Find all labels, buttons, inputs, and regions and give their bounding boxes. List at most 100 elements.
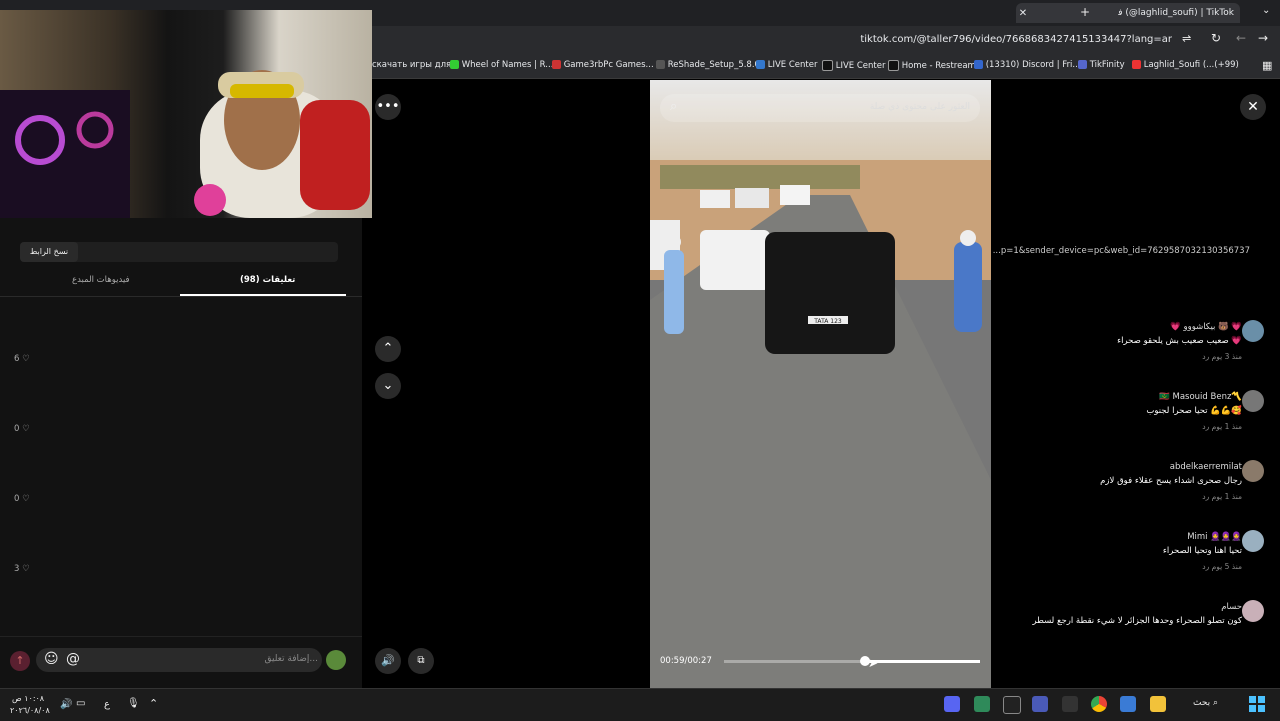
avatar[interactable] [1242,600,1264,622]
network-icon[interactable]: ▭ [76,698,85,709]
emoji-icon[interactable]: ☺ [44,651,59,667]
bookmark-label: (13310) Discord | Fri... [985,60,1081,70]
avatar[interactable] [1242,320,1264,342]
close-tab-icon[interactable]: ✕ [1016,8,1030,19]
search-icon[interactable]: ⌕ [670,99,677,114]
bookmark-icon [552,60,561,69]
search-label: بحث [1193,698,1211,708]
bookmark-1[interactable]: Wheel of Names | R... [446,60,553,70]
back-icon[interactable]: ← [1236,31,1246,45]
chrome-icon[interactable] [1091,696,1107,712]
comment-text: صعيب صعيب بش يلحقو صحراء 💗 [1117,336,1242,346]
search-placeholder: العثور على محتوى ذي صلة [869,102,970,112]
more-options-icon[interactable]: ••• [375,94,401,120]
search-icon: ⌕ [1213,698,1219,708]
comment-meta[interactable]: منذ 1 يوم رد [1202,422,1242,431]
comment-author[interactable]: Mimi 🧕🧕🧕 [1187,532,1242,542]
video-player[interactable]: TATA 123 [650,80,991,688]
bookmark-label: Laghlid_Soufi (...(+99) [1143,60,1239,70]
comment-author[interactable]: abdelkaerremilat [1170,462,1242,472]
comment-placeholder: إضافة تعليق... [264,654,318,664]
app-icon[interactable] [974,696,990,712]
bookmark-3[interactable]: ReShade_Setup_5.8.0 [652,60,760,70]
tab-creator-videos[interactable]: فيديوهات المبدع [72,275,130,285]
app-icon[interactable] [1032,696,1048,712]
comment-meta[interactable]: منذ 5 يوم رد [1202,562,1242,571]
bookmark-label: LIVE Center [835,61,886,71]
bookmark-label: ReShade_Setup_5.8.0 [667,60,760,70]
app-icon[interactable] [1062,696,1078,712]
taskbar-date[interactable]: ٢٠٢٦/٠٨/٠٨ [10,706,50,715]
taskbar [0,688,1280,721]
bookmark-label: Wheel of Names | R... [461,60,554,70]
comments-panel [0,218,362,688]
comment-text: تحيا صحرا لجنوب 💪💪🥰 [1146,406,1242,416]
input-language[interactable]: ع [104,699,110,710]
bookmark-icon [450,60,459,69]
new-tab-icon[interactable]: + [1080,5,1090,19]
bookmark-4[interactable]: LIVE Center [752,60,817,70]
volume-icon[interactable]: 🔊 [375,648,401,674]
video-frame: TATA 123 [650,80,991,688]
windows-start-icon[interactable] [1249,696,1265,712]
url-text[interactable]: tiktok.com/@taller796/video/766868342741… [860,34,1172,45]
avatar[interactable] [1242,530,1264,552]
mention-icon[interactable]: @ [66,651,80,667]
tikfinity-icon [1132,60,1141,69]
settings-icon[interactable]: ⇌ [1182,32,1191,45]
tab-comments[interactable]: تعليقات (98) [240,275,295,285]
comment-meta[interactable]: منذ 3 يوم رد [1202,352,1242,361]
like-count[interactable]: 6 ♡ [14,354,30,364]
like-count[interactable]: 3 ♡ [14,564,30,574]
chevron-down-icon[interactable]: ⌄ [1262,5,1270,16]
microphone-icon[interactable]: 🎙 [127,698,140,709]
bookmark-icon [656,60,665,69]
restream-icon [974,60,983,69]
comment-author[interactable]: حسام [1221,602,1242,612]
chevron-up-icon[interactable]: ⌃ [375,336,401,362]
cursor-icon: ➤ [868,656,879,670]
bookmark-8[interactable]: TikFinity [1074,60,1125,70]
folder-icon[interactable] [1150,696,1166,712]
tab-title: ﻓ (@laghlid_soufi) | TikTok [1118,8,1234,18]
chevron-up-icon[interactable]: ⌃ [149,697,158,710]
bookmark-icon [756,60,765,69]
comment-text: رجال صحرى اشداء يسح عقلاء فوق لازم [1100,476,1242,486]
bookmark-5[interactable]: LIVE Center [818,60,885,71]
reload-icon[interactable]: ↻ [1211,31,1221,45]
pip-icon[interactable]: ⧉ [408,648,434,674]
avatar[interactable] [1242,460,1264,482]
discord-icon[interactable] [944,696,960,712]
avatar[interactable] [1242,390,1264,412]
taskbar-time[interactable]: ١٠:٠٨ ص [12,694,44,703]
more-bookmarks-icon[interactable]: ▦ [1262,59,1272,72]
bookmark-9[interactable]: Laghlid_Soufi (...(+99) [1128,60,1239,70]
comment-author[interactable]: 🇲🇷 Masouid Benz〽️ [1159,392,1242,402]
forward-icon[interactable]: → [1258,31,1268,45]
progress-fill [864,660,980,663]
tiktok-icon [888,60,899,71]
bookmark-label: Home - Restream [901,61,976,71]
close-icon[interactable]: ✕ [1240,94,1266,120]
browser-tab[interactable]: ✕ ﻓ (@laghlid_soufi) | TikTok [1016,3,1240,23]
taskbar-search[interactable]: بحث ⌕ [1193,698,1218,708]
comment-meta[interactable]: منذ 1 يوم رد [1202,492,1242,501]
user-avatar[interactable] [326,650,346,670]
bookmark-label: TikFinity [1089,60,1125,70]
bookmark-6[interactable]: Home - Restream [884,60,976,71]
like-count[interactable]: 0 ♡ [14,424,30,434]
comment-author[interactable]: 💗 بيكاشووو 🐻 💗 [1170,322,1242,332]
speaker-icon[interactable]: 🔊 [60,699,72,710]
chevron-down-icon[interactable]: ⌄ [375,373,401,399]
app-icon[interactable] [1003,696,1021,714]
bookmark-2[interactable]: Game3rbPc Games... [548,60,654,70]
copy-link-button[interactable]: نسخ الرابط [20,242,78,262]
send-icon[interactable]: ↑ [10,651,30,671]
store-icon[interactable] [1120,696,1136,712]
share-link-text[interactable]: ...p=1&sender_device=pc&web_id=762958703… [993,246,1250,256]
like-count[interactable]: 0 ♡ [14,494,30,504]
webcam-overlay [0,10,372,218]
discord-icon [1078,60,1087,69]
comment-text: كون تصلو الصحراء وحدها الجزائر لا شيء نق… [1032,616,1242,626]
bookmark-7[interactable]: (13310) Discord | Fri... [970,60,1081,70]
